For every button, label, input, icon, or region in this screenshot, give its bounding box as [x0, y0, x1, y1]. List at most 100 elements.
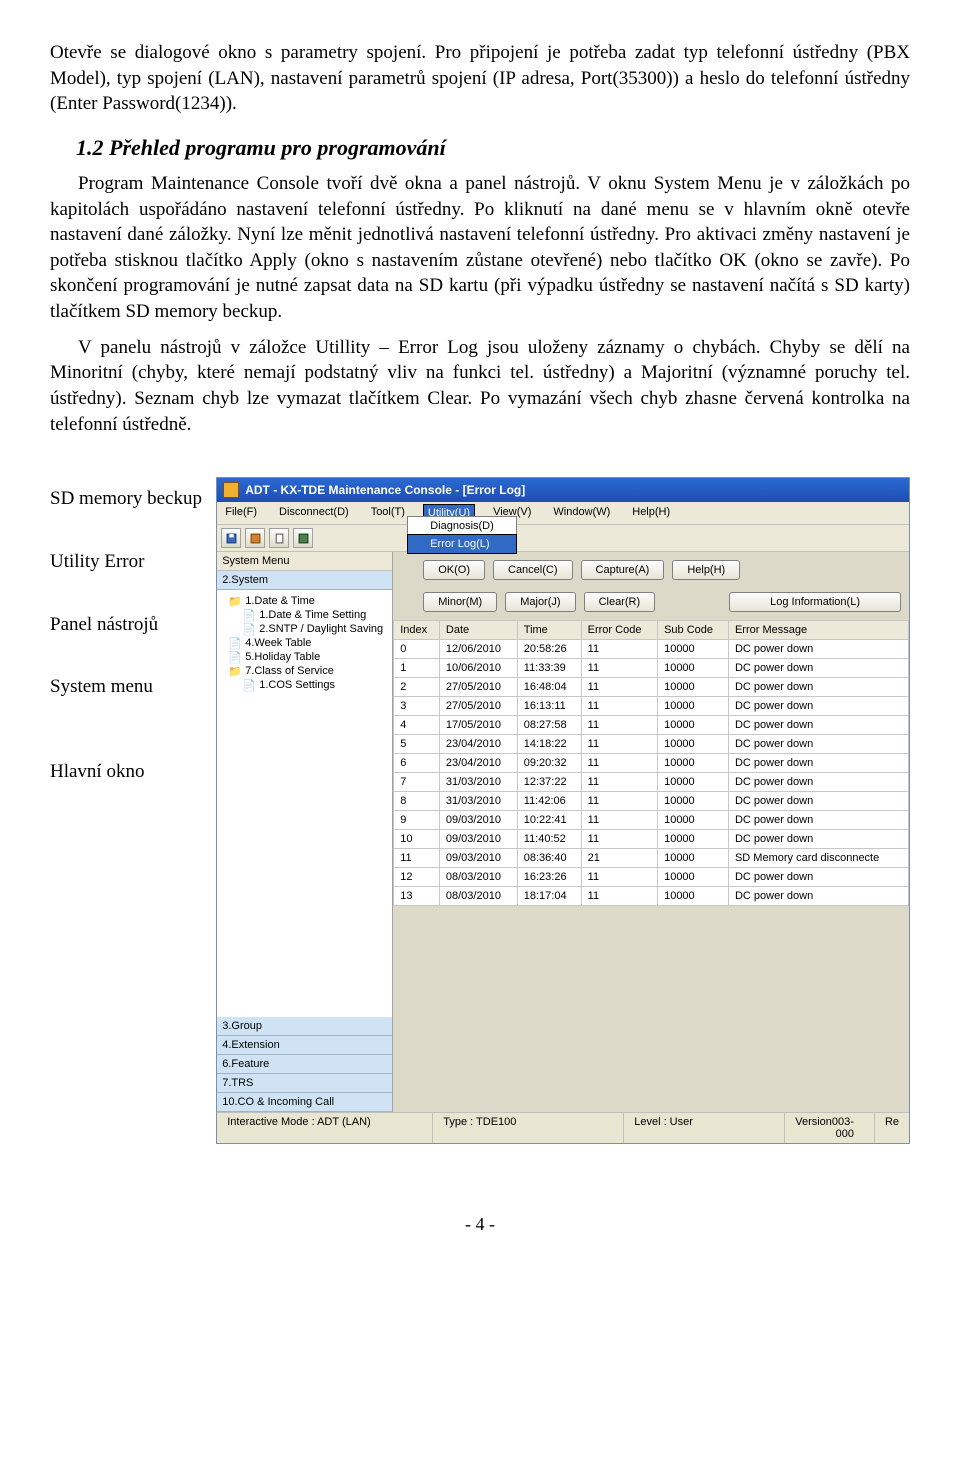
- capture-button[interactable]: Capture(A): [581, 560, 665, 580]
- acc-system[interactable]: 2.System: [217, 571, 392, 590]
- table-row[interactable]: 831/03/201011:42:061110000DC power down: [394, 792, 909, 811]
- table-row[interactable]: 012/06/201020:58:261110000DC power down: [394, 640, 909, 659]
- table-row[interactable]: 227/05/201016:48:041110000DC power down: [394, 678, 909, 697]
- menu-tool[interactable]: Tool(T): [367, 504, 409, 522]
- toolbar-export-icon[interactable]: [293, 528, 313, 548]
- table-cell: 09/03/2010: [439, 811, 517, 830]
- table-cell: DC power down: [728, 887, 908, 906]
- tree-holiday-table[interactable]: 5.Holiday Table: [245, 651, 320, 663]
- tree-date-time[interactable]: 1.Date & Time: [245, 595, 315, 607]
- table-cell: 10000: [658, 773, 729, 792]
- table-cell: DC power down: [728, 811, 908, 830]
- table-cell: 8: [394, 792, 440, 811]
- status-version: Version003-000: [785, 1113, 875, 1143]
- table-cell: 10000: [658, 849, 729, 868]
- table-cell: 16:13:11: [517, 697, 581, 716]
- table-cell: 10000: [658, 792, 729, 811]
- col-date[interactable]: Date: [439, 621, 517, 640]
- table-cell: 9: [394, 811, 440, 830]
- acc-feature[interactable]: 6.Feature: [217, 1055, 392, 1074]
- utility-dropdown: Diagnosis(D) Error Log(L): [407, 516, 517, 554]
- table-cell: 09/03/2010: [439, 849, 517, 868]
- ok-button[interactable]: OK(O): [423, 560, 485, 580]
- table-cell: 23/04/2010: [439, 735, 517, 754]
- menubar: File(F) Disconnect(D) Tool(T) Utility(U)…: [217, 502, 909, 525]
- acc-extension[interactable]: 4.Extension: [217, 1036, 392, 1055]
- menu-help[interactable]: Help(H): [628, 504, 674, 522]
- sidebar: System Menu 2.System 📁1.Date & Time 📄1.D…: [217, 552, 393, 1112]
- status-re: Re: [875, 1113, 909, 1143]
- table-cell: 27/05/2010: [439, 678, 517, 697]
- status-type: Type : TDE100: [433, 1113, 624, 1143]
- table-cell: 16:23:26: [517, 868, 581, 887]
- table-cell: 18:17:04: [517, 887, 581, 906]
- paragraph-intro: Otevře se dialogové okno s parametry spo…: [50, 40, 910, 117]
- table-cell: 7: [394, 773, 440, 792]
- acc-trs[interactable]: 7.TRS: [217, 1074, 392, 1093]
- tree-cos[interactable]: 7.Class of Service: [245, 665, 334, 677]
- menu-file[interactable]: File(F): [221, 504, 261, 522]
- tree-week-table[interactable]: 4.Week Table: [245, 637, 311, 649]
- table-row[interactable]: 1009/03/201011:40:521110000DC power down: [394, 830, 909, 849]
- table-cell: 2: [394, 678, 440, 697]
- table-cell: 09:20:32: [517, 754, 581, 773]
- titlebar: ADT - KX-TDE Maintenance Console - [Erro…: [217, 478, 909, 502]
- table-cell: 16:48:04: [517, 678, 581, 697]
- col-index[interactable]: Index: [394, 621, 440, 640]
- table-cell: 17/05/2010: [439, 716, 517, 735]
- toolbar-sd-icon[interactable]: [245, 528, 265, 548]
- table-row[interactable]: 417/05/201008:27:581110000DC power down: [394, 716, 909, 735]
- table-cell: 11: [581, 735, 657, 754]
- table-row[interactable]: 623/04/201009:20:321110000DC power down: [394, 754, 909, 773]
- tree-cos-settings[interactable]: 1.COS Settings: [259, 679, 335, 691]
- table-row[interactable]: 1208/03/201016:23:261110000DC power down: [394, 868, 909, 887]
- sidebar-header: System Menu: [217, 552, 392, 571]
- col-error-code[interactable]: Error Code: [581, 621, 657, 640]
- table-cell: SD Memory card disconnecte: [728, 849, 908, 868]
- page-icon: 📄: [229, 637, 241, 649]
- col-error-message[interactable]: Error Message: [728, 621, 908, 640]
- table-row[interactable]: 1109/03/201008:36:402110000SD Memory car…: [394, 849, 909, 868]
- col-sub-code[interactable]: Sub Code: [658, 621, 729, 640]
- toolbar-page-icon[interactable]: [269, 528, 289, 548]
- table-cell: DC power down: [728, 754, 908, 773]
- table-cell: 10000: [658, 868, 729, 887]
- minor-button[interactable]: Minor(M): [423, 592, 497, 612]
- table-cell: 14:18:22: [517, 735, 581, 754]
- callout-sd-memory: SD memory beckup: [50, 487, 216, 512]
- table-cell: 31/03/2010: [439, 773, 517, 792]
- table-cell: 11:33:39: [517, 659, 581, 678]
- help-button[interactable]: Help(H): [672, 560, 740, 580]
- table-row[interactable]: 327/05/201016:13:111110000DC power down: [394, 697, 909, 716]
- table-row[interactable]: 110/06/201011:33:391110000DC power down: [394, 659, 909, 678]
- table-cell: 11:40:52: [517, 830, 581, 849]
- log-info-button[interactable]: Log Information(L): [729, 592, 901, 612]
- table-cell: 10000: [658, 659, 729, 678]
- menu-window[interactable]: Window(W): [549, 504, 614, 522]
- acc-co-incoming[interactable]: 10.CO & Incoming Call: [217, 1093, 392, 1112]
- table-row[interactable]: 909/03/201010:22:411110000DC power down: [394, 811, 909, 830]
- table-row[interactable]: 523/04/201014:18:221110000DC power down: [394, 735, 909, 754]
- statusbar: Interactive Mode : ADT (LAN) Type : TDE1…: [217, 1112, 909, 1143]
- dropdown-error-log[interactable]: Error Log(L): [407, 534, 517, 554]
- table-cell: 08/03/2010: [439, 868, 517, 887]
- table-row[interactable]: 731/03/201012:37:221110000DC power down: [394, 773, 909, 792]
- table-cell: 27/05/2010: [439, 697, 517, 716]
- tree-sntp[interactable]: 2.SNTP / Daylight Saving: [259, 623, 383, 635]
- table-cell: 11: [581, 716, 657, 735]
- major-button[interactable]: Major(J): [505, 592, 575, 612]
- table-cell: 1: [394, 659, 440, 678]
- table-cell: 11: [581, 887, 657, 906]
- app-title: ADT - KX-TDE Maintenance Console - [Erro…: [245, 483, 525, 497]
- clear-button[interactable]: Clear(R): [584, 592, 656, 612]
- acc-group[interactable]: 3.Group: [217, 1017, 392, 1036]
- tree-date-time-setting[interactable]: 1.Date & Time Setting: [259, 609, 366, 621]
- col-time[interactable]: Time: [517, 621, 581, 640]
- table-cell: 4: [394, 716, 440, 735]
- toolbar-floppy-icon[interactable]: [221, 528, 241, 548]
- table-row[interactable]: 1308/03/201018:17:041110000DC power down: [394, 887, 909, 906]
- cancel-button[interactable]: Cancel(C): [493, 560, 573, 580]
- menu-disconnect[interactable]: Disconnect(D): [275, 504, 353, 522]
- dropdown-diagnosis[interactable]: Diagnosis(D): [408, 517, 516, 535]
- table-cell: 11: [581, 773, 657, 792]
